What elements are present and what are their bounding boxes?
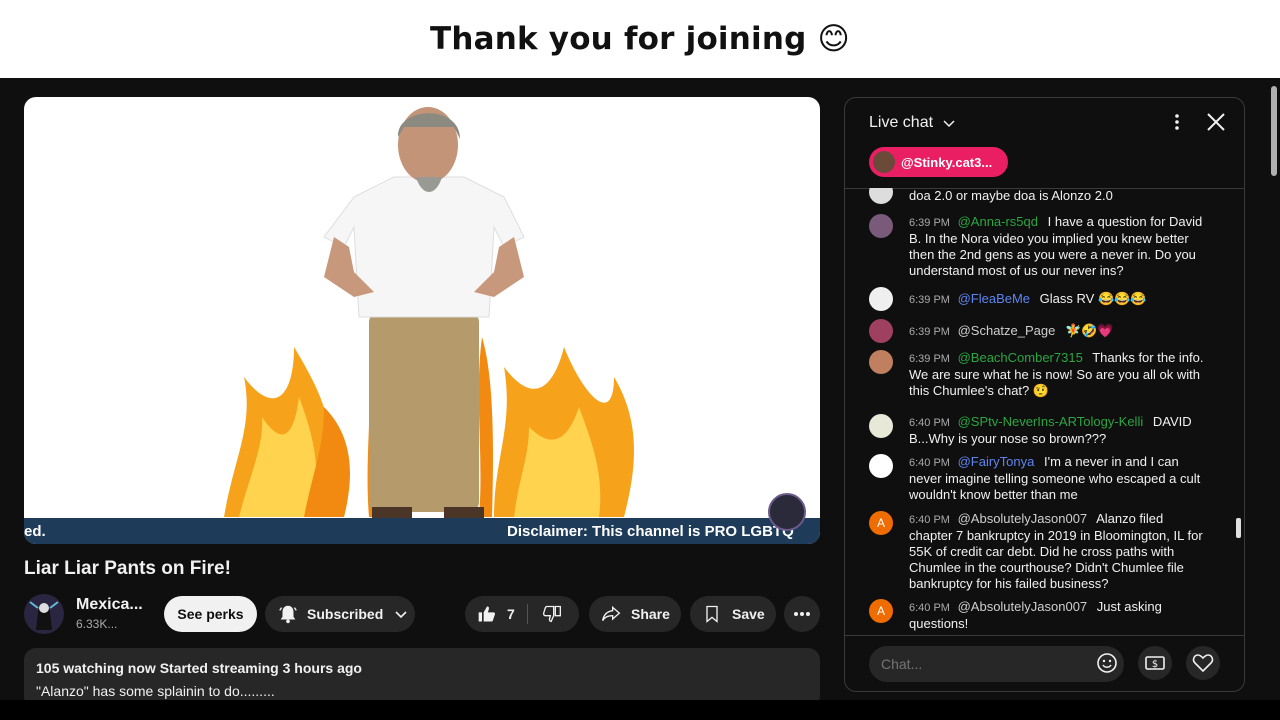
share-icon [602, 605, 621, 622]
subscribed-button[interactable]: Subscribed [265, 596, 415, 632]
chat-author[interactable]: @AbsolutelyJason007 [958, 599, 1088, 614]
chat-avatar[interactable]: A [869, 599, 893, 623]
like-dislike-group: 7 [465, 596, 579, 632]
chat-author[interactable]: @FleaBeMe [958, 291, 1030, 306]
share-label: Share [631, 606, 670, 622]
ticker-left-text: ed. [24, 522, 46, 540]
chat-time: 6:40 PM [909, 417, 950, 429]
chat-message: 6:39 PM @BeachComber7315 Thanks for the … [869, 350, 1209, 399]
bell-icon [279, 605, 297, 624]
more-actions-button[interactable] [784, 596, 820, 632]
description-text: "Alanzo" has some splainin to do........… [36, 683, 275, 699]
chat-message: A 6:40 PM @AbsolutelyJason007 Just askin… [869, 599, 1209, 632]
chat-author[interactable]: @AbsolutelyJason007 [958, 511, 1088, 526]
chat-message-text: doa 2.0 or maybe doa is Alonzo 2.0 [909, 188, 1113, 203]
page-scrollbar[interactable] [1268, 78, 1280, 700]
chat-avatar[interactable]: A [869, 511, 893, 535]
chat-message: 6:40 PM @SPtv-NeverIns-ARTology-Kelli DA… [869, 414, 1209, 447]
emoji-button[interactable] [1090, 646, 1124, 680]
chat-title-label: Live chat [869, 114, 934, 131]
chat-author[interactable]: @Anna-rs5qd [958, 214, 1038, 229]
video-ticker: ed. Disclaimer: This channel is PRO LGBT… [24, 518, 820, 544]
description-stats: 105 watching now Started streaming 3 hou… [36, 660, 362, 676]
video-title: Liar Liar Pants on Fire! [24, 558, 231, 579]
chat-time: 6:39 PM [909, 353, 950, 365]
channel-subscribers: 6.33K... [76, 617, 118, 631]
chat-input-bar: $ [845, 635, 1244, 691]
description-box[interactable]: 105 watching now Started streaming 3 hou… [24, 648, 820, 708]
chat-author[interactable]: @Schatze_Page [958, 323, 1056, 338]
chat-scroll-thumb[interactable] [1236, 518, 1241, 538]
chevron-down-icon [395, 611, 407, 619]
chat-avatar[interactable] [869, 214, 893, 238]
chat-time: 6:40 PM [909, 457, 950, 469]
chat-message: 6:40 PM @FairyTonya I'm a never in and I… [869, 454, 1209, 503]
chat-header: Live chat @Stinky.cat3... [845, 98, 1244, 189]
chat-time: 6:39 PM [909, 326, 950, 338]
chat-author[interactable]: @FairyTonya [958, 454, 1035, 469]
chat-avatar[interactable] [869, 287, 893, 311]
chat-time: 6:40 PM [909, 602, 950, 614]
like-divider [527, 604, 528, 624]
chat-avatar[interactable] [869, 454, 893, 478]
chat-avatar[interactable] [869, 319, 893, 343]
chat-message-text: I have a question for David B. In the No… [909, 214, 1203, 278]
live-chat-panel: Live chat @Stinky.cat3... doa 2.0 or may… [844, 97, 1245, 692]
chat-input[interactable] [869, 646, 1124, 682]
chat-message: 6:39 PM @Schatze_Page 🧚🤣💗 [869, 319, 1209, 343]
chat-mode-dropdown[interactable]: Live chat [869, 114, 956, 132]
like-count: 7 [507, 606, 515, 622]
pinned-user-name: @Stinky.cat3... [901, 154, 993, 170]
chat-time: 6:40 PM [909, 514, 950, 526]
chat-messages[interactable]: doa 2.0 or maybe doa is Alonzo 2.0 6:39 … [845, 188, 1244, 635]
svg-text:$: $ [1152, 659, 1158, 670]
more-horizontal-icon [794, 612, 810, 616]
share-button[interactable]: Share [589, 596, 681, 632]
channel-avatar[interactable] [24, 594, 64, 634]
channel-watermark-icon[interactable] [768, 493, 806, 531]
save-button[interactable]: Save [690, 596, 776, 632]
chat-message-text: Glass RV 😂😂😂 [1039, 291, 1147, 306]
chat-author[interactable]: @BeachComber7315 [958, 350, 1083, 365]
chat-avatar[interactable] [869, 350, 893, 374]
chat-avatar[interactable] [869, 188, 893, 204]
chat-message: 6:39 PM @FleaBeMe Glass RV 😂😂😂 [869, 287, 1209, 311]
bookmark-icon [706, 605, 718, 623]
chat-message-text: 🧚🤣💗 [1064, 323, 1114, 338]
chat-avatar[interactable] [869, 414, 893, 438]
bottom-edge [0, 700, 1280, 720]
like-icon[interactable] [477, 604, 497, 624]
banner-title: Thank you for joining 😊 [429, 21, 851, 57]
pinned-supporter-chip[interactable]: @Stinky.cat3... [869, 147, 1009, 177]
chat-author[interactable]: @SPtv-NeverIns-ARTology-Kelli [958, 414, 1144, 429]
video-player[interactable]: ed. Disclaimer: This channel is PRO LGBT… [24, 97, 820, 544]
chat-menu-icon[interactable] [1167, 112, 1187, 132]
heart-button[interactable] [1186, 646, 1220, 680]
subscribed-label: Subscribed [307, 606, 384, 622]
emoji-icon [1097, 653, 1117, 673]
heart-icon [1192, 654, 1214, 673]
video-actions-row: Mexica... 6.33K... See perks Subscribed … [24, 594, 820, 634]
chat-time: 6:39 PM [909, 294, 950, 306]
supporter-avatar [873, 151, 895, 173]
save-label: Save [732, 606, 765, 622]
super-chat-button[interactable]: $ [1138, 646, 1172, 680]
thank-you-banner: Thank you for joining 😊 [0, 0, 1280, 78]
chevron-down-icon [942, 120, 955, 127]
see-perks-label: See perks [177, 606, 244, 622]
see-perks-button[interactable]: See perks [164, 596, 257, 632]
close-icon[interactable] [1205, 111, 1227, 133]
chat-message: A 6:40 PM @AbsolutelyJason007 Alanzo fil… [869, 511, 1209, 592]
video-frame-image [224, 107, 634, 519]
channel-name[interactable]: Mexica... [76, 596, 143, 614]
chat-time: 6:39 PM [909, 217, 950, 229]
dollar-icon: $ [1145, 656, 1165, 670]
ticker-right-text: Disclaimer: This channel is PRO LGBTQ [507, 522, 794, 540]
chat-message-text: I'm a never in and I can never imagine t… [909, 454, 1201, 502]
chat-message: 6:39 PM @Anna-rs5qd I have a question fo… [869, 214, 1209, 279]
chat-message: doa 2.0 or maybe doa is Alonzo 2.0 [869, 188, 1209, 204]
dislike-icon[interactable] [542, 604, 562, 624]
page-scroll-thumb[interactable] [1271, 86, 1277, 176]
